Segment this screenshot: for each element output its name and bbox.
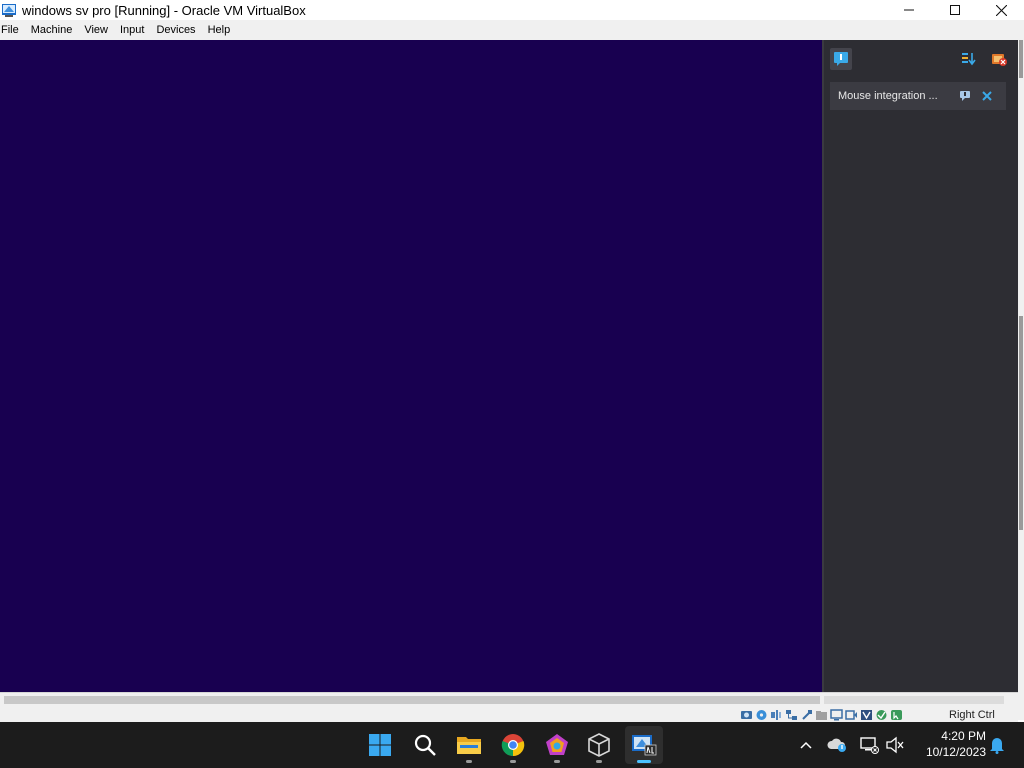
notification-help-button[interactable] <box>956 87 974 105</box>
scrollbar-thumb-lower[interactable] <box>1019 316 1023 530</box>
close-icon <box>995 4 1007 16</box>
notification-bell-button[interactable] <box>986 734 1008 756</box>
notification-center-toggle[interactable] <box>830 48 852 70</box>
running-indicator <box>466 760 472 763</box>
clock-date: 10/12/2023 <box>925 745 986 759</box>
notification-bell-icon <box>990 738 1004 754</box>
notification-card[interactable]: Mouse integration ... <box>830 82 1006 110</box>
status-icons <box>740 709 903 721</box>
close-icon <box>982 91 992 101</box>
menu-view[interactable]: View <box>78 20 114 40</box>
guest-additions-icon[interactable] <box>875 709 888 721</box>
volume-button[interactable] <box>884 734 906 756</box>
copilot-button[interactable] <box>538 726 576 764</box>
close-button[interactable] <box>978 0 1024 20</box>
notification-toolbar <box>824 40 1020 76</box>
window-controls <box>886 0 1024 20</box>
show-hidden-icons-button[interactable] <box>795 734 817 756</box>
menu-devices[interactable]: Devices <box>150 20 201 40</box>
start-button[interactable] <box>361 726 399 764</box>
onedrive-icon <box>827 738 846 752</box>
menu-machine[interactable]: Machine <box>25 20 79 40</box>
system-clock[interactable]: 4:20 PM 10/12/2023 <box>914 728 986 760</box>
virtualbox-manager-button[interactable] <box>580 726 618 764</box>
recording-icon[interactable] <box>845 709 858 721</box>
minimize-button[interactable] <box>886 0 932 20</box>
vm-display[interactable] <box>0 40 822 692</box>
search-button[interactable] <box>406 726 444 764</box>
virtualbox-app-icon <box>1 2 17 18</box>
scrollbar-thumb[interactable] <box>1019 40 1023 78</box>
usb-icon[interactable] <box>800 709 813 721</box>
volume-muted-icon <box>886 736 904 754</box>
onedrive-button[interactable] <box>826 734 848 756</box>
file-explorer-button[interactable] <box>450 726 488 764</box>
horizontal-scrollbar[interactable] <box>0 692 1018 709</box>
audio-icon[interactable] <box>770 709 783 721</box>
vertical-scrollbar[interactable] <box>1018 40 1024 720</box>
network-icon <box>860 737 879 754</box>
notification-center: Mouse integration ... <box>822 40 1020 692</box>
network-icon[interactable] <box>785 709 798 721</box>
menu-file[interactable]: File <box>0 20 25 40</box>
chrome-icon <box>501 734 525 757</box>
window-title: windows sv pro [Running] - Oracle VM Vir… <box>22 2 306 18</box>
menu-help[interactable]: Help <box>202 20 237 40</box>
running-indicator <box>554 760 560 763</box>
file-explorer-icon <box>457 737 481 754</box>
shared-folders-icon[interactable] <box>815 709 828 721</box>
vm-status-bar: Right Ctrl <box>0 708 1018 722</box>
chevron-up-icon <box>800 741 812 749</box>
notification-center-icon <box>834 52 848 66</box>
scrollbar-track <box>4 696 820 704</box>
sort-button[interactable] <box>958 48 980 70</box>
minimize-icon <box>904 9 914 11</box>
start-icon <box>369 734 391 756</box>
virtualbox-vm-button[interactable] <box>625 726 663 764</box>
clock-time: 4:20 PM <box>941 729 986 743</box>
copilot-icon <box>546 734 568 755</box>
network-tray-button[interactable] <box>858 734 880 756</box>
maximize-button[interactable] <box>932 0 978 20</box>
windows-taskbar: 4:20 PM 10/12/2023 <box>0 722 1024 768</box>
optical-drive-icon[interactable] <box>755 709 768 721</box>
help-icon <box>960 91 970 101</box>
display-icon[interactable] <box>830 709 843 721</box>
running-indicator <box>510 760 516 763</box>
notification-text: Mouse integration ... <box>838 90 938 102</box>
virtualbox-manager-icon <box>588 733 610 757</box>
vt-x-icon[interactable] <box>860 709 873 721</box>
running-indicator <box>596 760 602 763</box>
chrome-button[interactable] <box>494 726 532 764</box>
host-key-label[interactable]: Right Ctrl <box>949 708 995 722</box>
virtualbox-vm-icon <box>632 735 657 756</box>
dismiss-all-button[interactable] <box>988 48 1010 70</box>
mouse-integration-icon[interactable] <box>890 709 903 721</box>
notification-close-button[interactable] <box>978 87 996 105</box>
hard-disk-icon[interactable] <box>740 709 753 721</box>
maximize-icon <box>950 5 960 15</box>
menu-input[interactable]: Input <box>114 20 150 40</box>
search-icon <box>414 734 436 756</box>
dismiss-all-icon <box>992 54 1007 66</box>
active-indicator <box>637 760 651 763</box>
window-titlebar[interactable]: windows sv pro [Running] - Oracle VM Vir… <box>0 0 1024 20</box>
sort-icon <box>962 53 976 66</box>
scrollbar-track-panel <box>824 696 1004 704</box>
menu-bar: File Machine View Input Devices Help <box>0 20 1024 41</box>
